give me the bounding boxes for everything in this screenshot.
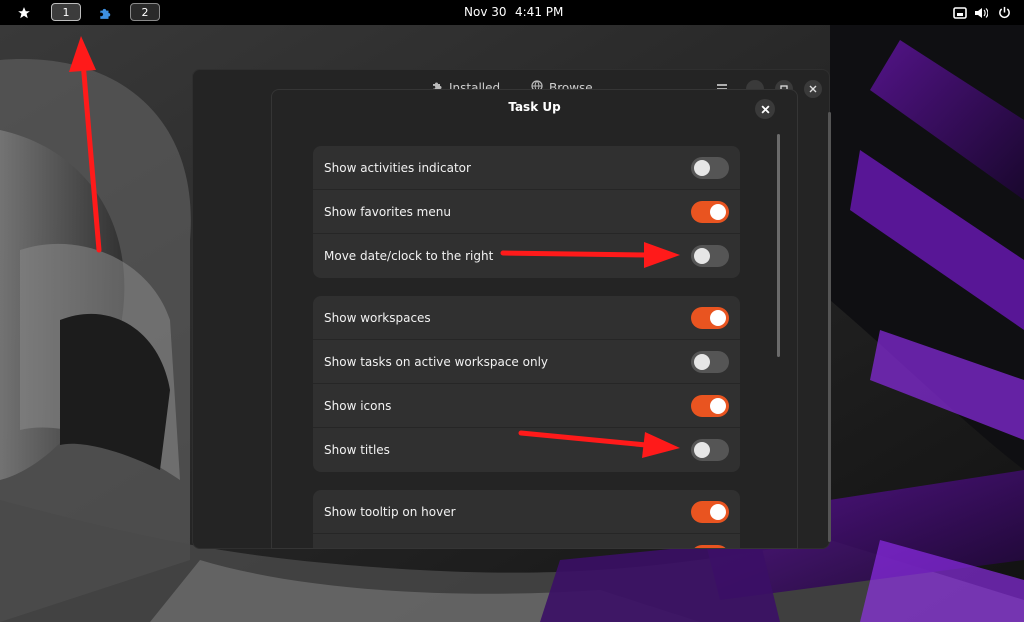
screen-icon[interactable] bbox=[952, 0, 968, 25]
power-icon[interactable] bbox=[996, 0, 1012, 25]
scrollbar[interactable] bbox=[777, 134, 780, 357]
row-show-icons: Show icons bbox=[313, 384, 740, 428]
close-icon[interactable] bbox=[755, 99, 775, 119]
date-label[interactable]: Nov 30 bbox=[464, 0, 507, 25]
toggle-show-activities-indicator[interactable] bbox=[691, 157, 729, 179]
settings-group-workspaces: Show workspaces Show tasks on active wor… bbox=[313, 296, 740, 472]
row-show-tooltip-on-hover: Show tooltip on hover bbox=[313, 490, 740, 534]
star-icon[interactable] bbox=[14, 0, 34, 25]
time-label[interactable]: 4:41 PM bbox=[515, 0, 563, 25]
row-label: Show favorites menu bbox=[324, 205, 451, 219]
workspace-1-button[interactable]: 1 bbox=[51, 3, 81, 21]
toggle-next-setting[interactable] bbox=[691, 545, 729, 548]
row-label: Move date/clock to the right bbox=[324, 249, 494, 263]
toggle-move-date-clock-right[interactable] bbox=[691, 245, 729, 267]
toggle-show-tasks-active-workspace[interactable] bbox=[691, 351, 729, 373]
settings-group-tooltips: Show tooltip on hover bbox=[313, 490, 740, 548]
workspace-2-button[interactable]: 2 bbox=[130, 3, 160, 21]
close-icon[interactable] bbox=[804, 80, 822, 98]
settings-group-panel: Show activities indicator Show favorites… bbox=[313, 146, 740, 278]
toggle-show-titles[interactable] bbox=[691, 439, 729, 461]
row-label: Show icons bbox=[324, 399, 392, 413]
scrollbar[interactable] bbox=[828, 112, 831, 542]
toggle-show-favorites-menu[interactable] bbox=[691, 201, 729, 223]
row-label: Show tasks on active workspace only bbox=[324, 355, 549, 369]
puzzle-icon[interactable] bbox=[96, 0, 114, 25]
row-show-tasks-active-workspace: Show tasks on active workspace only bbox=[313, 340, 740, 384]
row-label: Show titles bbox=[324, 443, 390, 457]
row-show-titles: Show titles bbox=[313, 428, 740, 472]
toggle-show-icons[interactable] bbox=[691, 395, 729, 417]
volume-icon[interactable] bbox=[973, 0, 989, 25]
toggle-show-workspaces[interactable] bbox=[691, 307, 729, 329]
row-show-favorites-menu: Show favorites menu bbox=[313, 190, 740, 234]
row-label: Show workspaces bbox=[324, 311, 431, 325]
row-label: Show tooltip on hover bbox=[324, 505, 456, 519]
row-label: Show activities indicator bbox=[324, 161, 471, 175]
row-next-setting bbox=[313, 534, 740, 548]
row-move-date-clock-right: Move date/clock to the right bbox=[313, 234, 740, 278]
top-bar: 1 2 Nov 30 4:41 PM bbox=[0, 0, 1024, 25]
row-show-activities-indicator: Show activities indicator bbox=[313, 146, 740, 190]
toggle-show-tooltip-on-hover[interactable] bbox=[691, 501, 729, 523]
row-show-workspaces: Show workspaces bbox=[313, 296, 740, 340]
dialog-title: Task Up bbox=[508, 100, 561, 114]
task-up-preferences-dialog: Task Up Show activities indicator Show f… bbox=[271, 89, 798, 549]
